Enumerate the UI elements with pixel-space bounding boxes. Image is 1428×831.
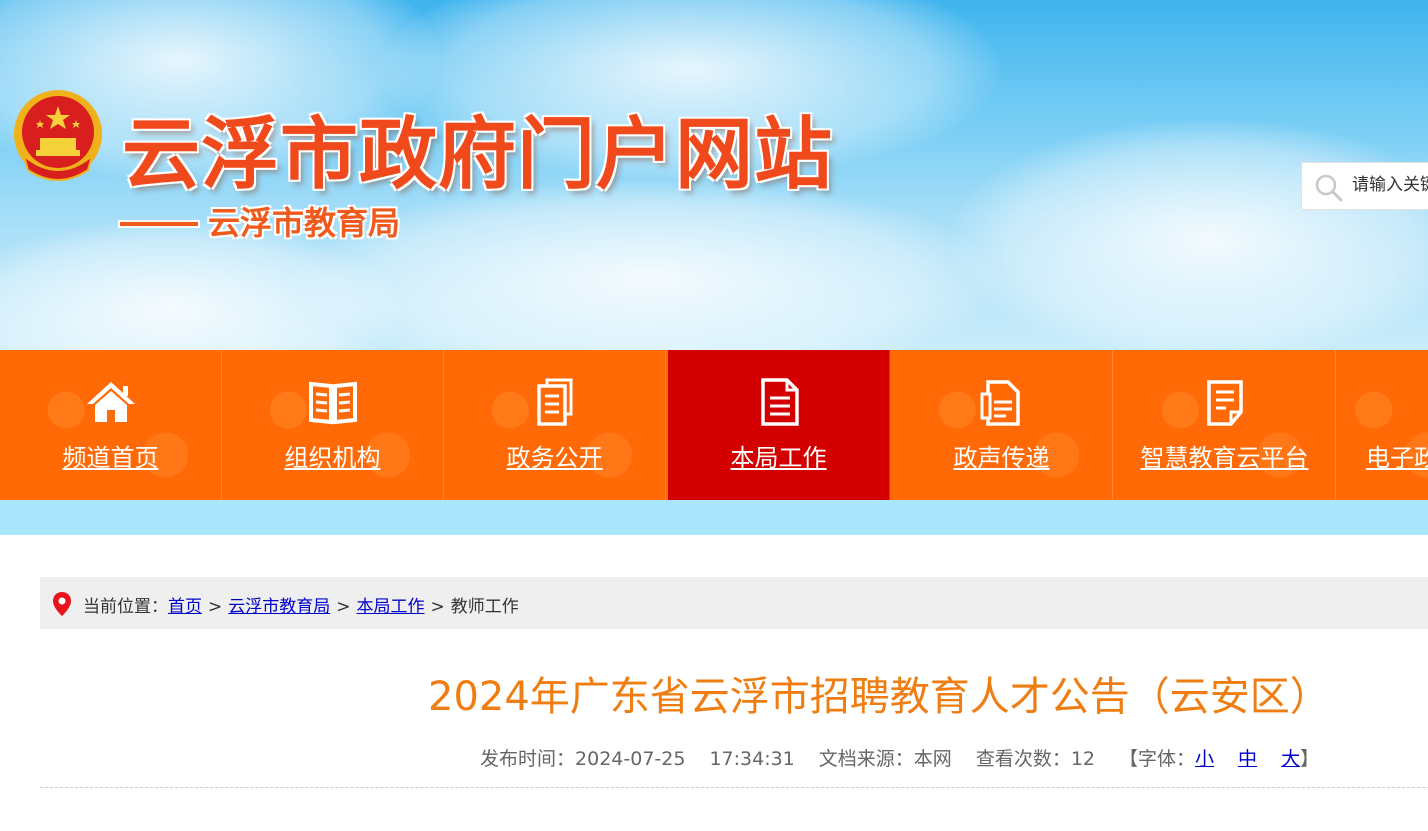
breadcrumb-link-bureau-work[interactable]: 本局工作 [357,597,425,617]
nav-label[interactable]: 政务公开 [444,438,665,473]
search-input[interactable] [1352,175,1428,195]
nav-label[interactable]: 组织机构 [222,438,443,473]
font-medium-link[interactable]: 中 [1238,748,1257,770]
nav-label[interactable]: 电子政 [1338,438,1428,473]
file-edit-icon [1206,380,1243,426]
source-value: 本网 [913,748,952,770]
cloud-decoration [300,180,1000,350]
breadcrumb-current: 教师工作 [450,597,519,617]
source-label: 文档来源： [818,748,914,770]
documents-icon [536,378,572,426]
breadcrumb-separator: > [208,597,223,617]
views-count: 12 [1070,748,1096,770]
views-label: 查看次数： [975,748,1071,770]
site-title: 云浮市政府门户网站 [122,110,834,200]
breadcrumb-prefix: 当前位置： [83,597,168,617]
content-divider [40,787,1428,788]
article-title: 2024年广东省云浮市招聘教育人才公告（云安区） [428,674,1330,720]
publish-label: 发布时间： [480,748,576,770]
font-size-label: 【字体： [1119,748,1196,770]
nav-label[interactable]: 本局工作 [668,438,889,473]
font-large-link[interactable]: 大 [1281,748,1300,770]
open-book-icon [308,381,357,425]
nav-item-home[interactable]: 频道首页 [0,350,222,500]
nav-label[interactable]: 频道首页 [0,438,221,473]
publish-time: 17:34:31 [709,748,795,770]
location-pin-icon [53,592,71,616]
document-list-icon [760,378,799,426]
publish-date: 2024-07-25 [575,748,686,770]
nav-item-bureau-work[interactable]: 本局工作 [668,350,890,500]
breadcrumb-link-home[interactable]: 首页 [168,597,202,617]
nav-label[interactable]: 政声传递 [891,438,1112,473]
main-nav: 频道首页 组织机构 政务公开 本局工作 政声传递 智慧教育云平台 电子政 [0,350,1428,500]
home-icon [86,382,135,422]
national-emblem-icon [14,90,102,181]
breadcrumb-separator: > [336,597,351,617]
department-title: 云浮市教育局 [208,204,401,242]
cloud-decoration [950,120,1428,350]
nav-item-e-government[interactable]: 电子政 [1338,350,1428,500]
breadcrumb-separator: > [430,597,445,617]
breadcrumb: 当前位置：首页 > 云浮市教育局 > 本局工作 > 教师工作 [40,577,1428,629]
nav-item-organization[interactable]: 组织机构 [222,350,444,500]
subtitle-dash [120,222,198,226]
nav-item-smart-education[interactable]: 智慧教育云平台 [1114,350,1336,500]
nav-label[interactable]: 智慧教育云平台 [1114,438,1335,473]
font-size-close: 】 [1300,748,1320,770]
article-meta: 发布时间：2024-07-25 17:34:31 文档来源：本网 查看次数：12 【字体… [480,744,1319,771]
breadcrumb-link-bureau[interactable]: 云浮市教育局 [228,597,330,617]
search-icon[interactable] [1314,173,1344,203]
breadcrumb-path: 当前位置：首页 > 云浮市教育局 > 本局工作 > 教师工作 [83,592,519,617]
site-header: 云浮市政府门户网站 云浮市教育局 [0,0,1428,350]
nav-item-voice-delivery[interactable]: 政声传递 [891,350,1113,500]
nav-bottom-strip [0,500,1428,535]
nav-item-government-affairs[interactable]: 政务公开 [444,350,666,500]
file-text-icon [980,380,1020,426]
search-box[interactable] [1301,162,1428,210]
font-small-link[interactable]: 小 [1195,748,1214,770]
